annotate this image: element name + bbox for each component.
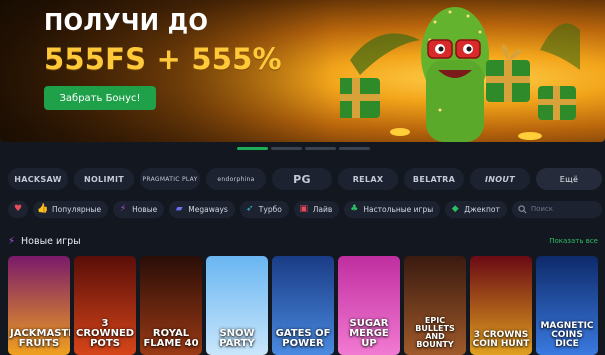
diamond-icon: ◆ <box>451 203 459 214</box>
game-card[interactable]: GATES OF POWER <box>272 256 334 355</box>
lightning-icon: ⚡ <box>8 235 16 247</box>
banner-dot-1[interactable] <box>237 147 268 150</box>
game-card[interactable]: SUGAR MERGE UP <box>338 256 400 355</box>
category-live[interactable]: ▣ Лайв <box>293 200 340 218</box>
category-label: Популярные <box>52 204 102 214</box>
live-icon: ▣ <box>299 203 309 214</box>
game-title: JACKMASTER FRUITS <box>10 328 70 349</box>
game-title: EPIC BULLETS AND BOUNTY <box>415 316 455 349</box>
banner-dot-3[interactable] <box>305 147 336 150</box>
new-games-header: ⚡ Новые игры Показать все <box>8 234 598 248</box>
search-box[interactable] <box>511 200 602 218</box>
provider-label: endorphina <box>217 175 255 183</box>
casino-lobby: ПОЛУЧИ ДО 555FS + 555% Забрать Бонус! HA… <box>0 0 605 355</box>
banner-dot-2[interactable] <box>271 147 302 150</box>
search-input[interactable] <box>530 205 596 213</box>
game-title: ROYAL FLAME 40 <box>143 328 199 349</box>
category-jackpot[interactable]: ◆ Джекпот <box>445 200 507 218</box>
provider-label: PRAGMATIC PLAY <box>142 175 198 183</box>
game-card[interactable]: 3 CROWNS COIN HUNT <box>470 256 532 355</box>
category-turbo[interactable]: ➶ Турбо <box>239 200 289 218</box>
game-title: GATES OF POWER <box>275 328 331 349</box>
banner-dot-4[interactable] <box>339 147 370 150</box>
promo-banner[interactable]: ПОЛУЧИ ДО 555FS + 555% Забрать Бонус! <box>0 0 605 142</box>
new-games-title: ⚡ Новые игры <box>8 236 81 247</box>
category-popular[interactable]: 👍 Популярные <box>33 200 109 218</box>
category-label: Турбо <box>258 204 282 214</box>
table-games-icon: ♣ <box>350 203 359 214</box>
category-label: Джекпот <box>464 204 500 214</box>
cactus-mascot-illustration <box>340 7 580 142</box>
game-title: 3 CROWNED POTS <box>76 318 135 349</box>
provider-pragmatic[interactable]: PRAGMATIC PLAY <box>140 168 200 190</box>
game-title: SNOW PARTY <box>219 328 255 349</box>
provider-label: PG <box>293 172 311 186</box>
category-label: Megaways <box>188 204 228 214</box>
search-icon <box>518 204 527 213</box>
game-card[interactable]: ROYAL FLAME 40 <box>140 256 202 355</box>
provider-belatra[interactable]: BELATRA <box>404 168 464 190</box>
category-label: Новые <box>132 204 158 214</box>
megaways-icon: ▰ <box>175 203 183 214</box>
provider-label: BELATRA <box>412 174 456 184</box>
section-title-text: Новые игры <box>21 235 81 247</box>
provider-relax[interactable]: RELAX <box>338 168 398 190</box>
provider-hacksaw[interactable]: HACKSAW <box>8 168 68 190</box>
thumbs-up-icon: 👍 <box>37 203 49 214</box>
category-label: Настольные игры <box>363 204 434 214</box>
provider-list: HACKSAW NOLIMIT PRAGMATIC PLAY endorphin… <box>8 168 602 190</box>
category-megaways[interactable]: ▰ Megaways <box>169 200 235 218</box>
banner-title: ПОЛУЧИ ДО <box>44 10 209 36</box>
game-title: MAGNETIC COINS DICE <box>540 321 594 349</box>
provider-nolimit[interactable]: NOLIMIT <box>74 168 134 190</box>
category-filters: ♥ 👍 Популярные ⚡ Новые ▰ Megaways ➶ Турб… <box>8 200 602 218</box>
game-title: SUGAR MERGE UP <box>349 318 389 349</box>
provider-label: INOUT <box>485 174 515 184</box>
turbo-icon: ➶ <box>246 203 254 214</box>
provider-endorphina[interactable]: endorphina <box>206 168 266 190</box>
claim-bonus-button[interactable]: Забрать Бонус! <box>44 86 156 110</box>
category-new[interactable]: ⚡ Новые <box>113 200 165 218</box>
provider-label: NOLIMIT <box>83 174 125 184</box>
provider-label: Ещё <box>559 174 579 184</box>
game-card[interactable]: 3 CROWNED POTS <box>74 256 136 355</box>
game-card[interactable]: JACKMASTER FRUITS <box>8 256 70 355</box>
providers-more-button[interactable]: Ещё <box>536 168 602 190</box>
banner-promo-text: 555FS + 555% <box>44 42 282 76</box>
provider-label: RELAX <box>352 174 384 184</box>
category-label: Лайв <box>312 204 333 214</box>
game-card[interactable]: MAGNETIC COINS DICE <box>536 256 598 355</box>
new-games-list: JACKMASTER FRUITS 3 CROWNED POTS ROYAL F… <box>8 256 602 355</box>
lightning-icon: ⚡ <box>119 203 127 214</box>
show-all-link[interactable]: Показать все <box>549 237 598 245</box>
game-card[interactable]: SNOW PARTY <box>206 256 268 355</box>
provider-label: HACKSAW <box>14 174 62 184</box>
category-favorites[interactable]: ♥ <box>8 200 28 218</box>
banner-pagination <box>237 147 370 150</box>
category-table-games[interactable]: ♣ Настольные игры <box>344 200 441 218</box>
game-card[interactable]: EPIC BULLETS AND BOUNTY <box>404 256 466 355</box>
heart-icon: ♥ <box>13 203 23 214</box>
provider-pg[interactable]: PG <box>272 168 332 190</box>
provider-inout[interactable]: INOUT <box>470 168 530 190</box>
game-title: 3 CROWNS COIN HUNT <box>472 330 530 349</box>
